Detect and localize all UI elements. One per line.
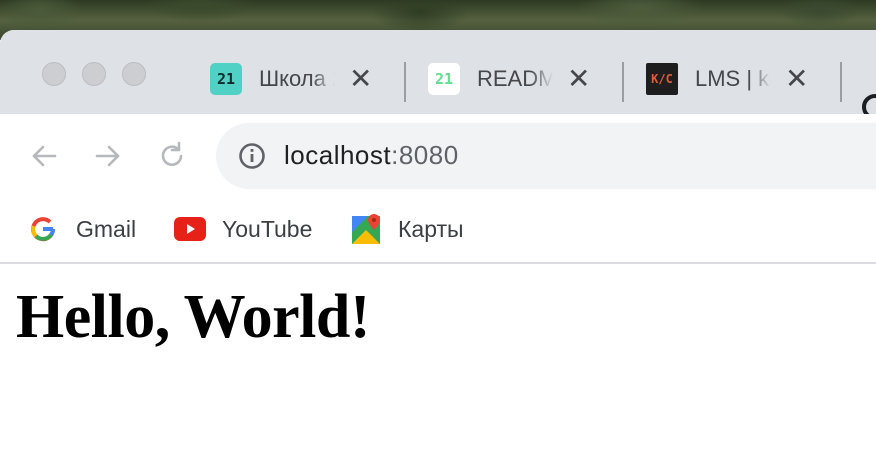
bookmark-label: Gmail — [76, 215, 137, 242]
tab-separator — [840, 62, 842, 102]
url-port: :8080 — [391, 140, 459, 170]
maps-icon — [352, 214, 380, 244]
tab-readme[interactable]: 21 README ✕ — [428, 44, 590, 114]
tab-shkola-21[interactable]: 21 Школа 21 ✕ — [210, 44, 372, 114]
bookmark-maps[interactable]: Карты — [352, 211, 464, 247]
page-heading: Hello, World! — [16, 283, 371, 351]
forward-arrow-icon — [95, 145, 120, 167]
url-host: localhost — [284, 140, 392, 170]
school21-icon: 21 — [210, 63, 242, 95]
toolbar: localhost:8080 — [0, 114, 876, 198]
close-icon[interactable]: ✕ — [785, 65, 808, 93]
google-icon — [31, 217, 56, 242]
url-text[interactable]: localhost:8080 — [284, 140, 459, 171]
tab-title: README — [477, 66, 553, 91]
tab-title: Школа 21 — [259, 66, 335, 91]
kata-icon: K/C — [646, 63, 678, 95]
youtube-icon — [174, 217, 206, 241]
close-window-button[interactable] — [42, 62, 66, 86]
bookmark-gmail[interactable]: Gmail — [30, 211, 136, 247]
bookmark-label: YouTube — [222, 215, 313, 242]
tab-title: LMS | kata — [695, 66, 771, 91]
reload-icon — [161, 141, 183, 166]
back-arrow-icon — [32, 145, 57, 167]
back-button[interactable] — [24, 136, 64, 176]
tab-strip: 21 Школа 21 ✕ 21 README ✕ K/C LMS | kata… — [0, 30, 876, 120]
zoom-window-button[interactable] — [122, 62, 146, 86]
school21-icon: 21 — [428, 63, 460, 95]
tab-lms[interactable]: K/C LMS | kata ✕ — [646, 44, 808, 114]
browser-window: 21 Школа 21 ✕ 21 README ✕ K/C LMS | kata… — [0, 30, 876, 470]
address-bar[interactable]: localhost:8080 — [216, 123, 876, 189]
tab-separator — [622, 62, 624, 102]
info-icon[interactable] — [238, 142, 266, 170]
close-icon[interactable]: ✕ — [567, 65, 590, 93]
close-icon[interactable]: ✕ — [349, 65, 372, 93]
bookmarks-bar: Gmail YouTube Карты — [0, 198, 876, 264]
bookmark-youtube[interactable]: YouTube — [174, 211, 312, 247]
bookmark-label: Карты — [398, 215, 464, 242]
minimize-window-button[interactable] — [82, 62, 106, 86]
forward-button[interactable] — [88, 136, 128, 176]
reload-button[interactable] — [152, 136, 192, 176]
tab-separator — [404, 62, 406, 102]
page-content: Hello, World! — [0, 264, 876, 470]
